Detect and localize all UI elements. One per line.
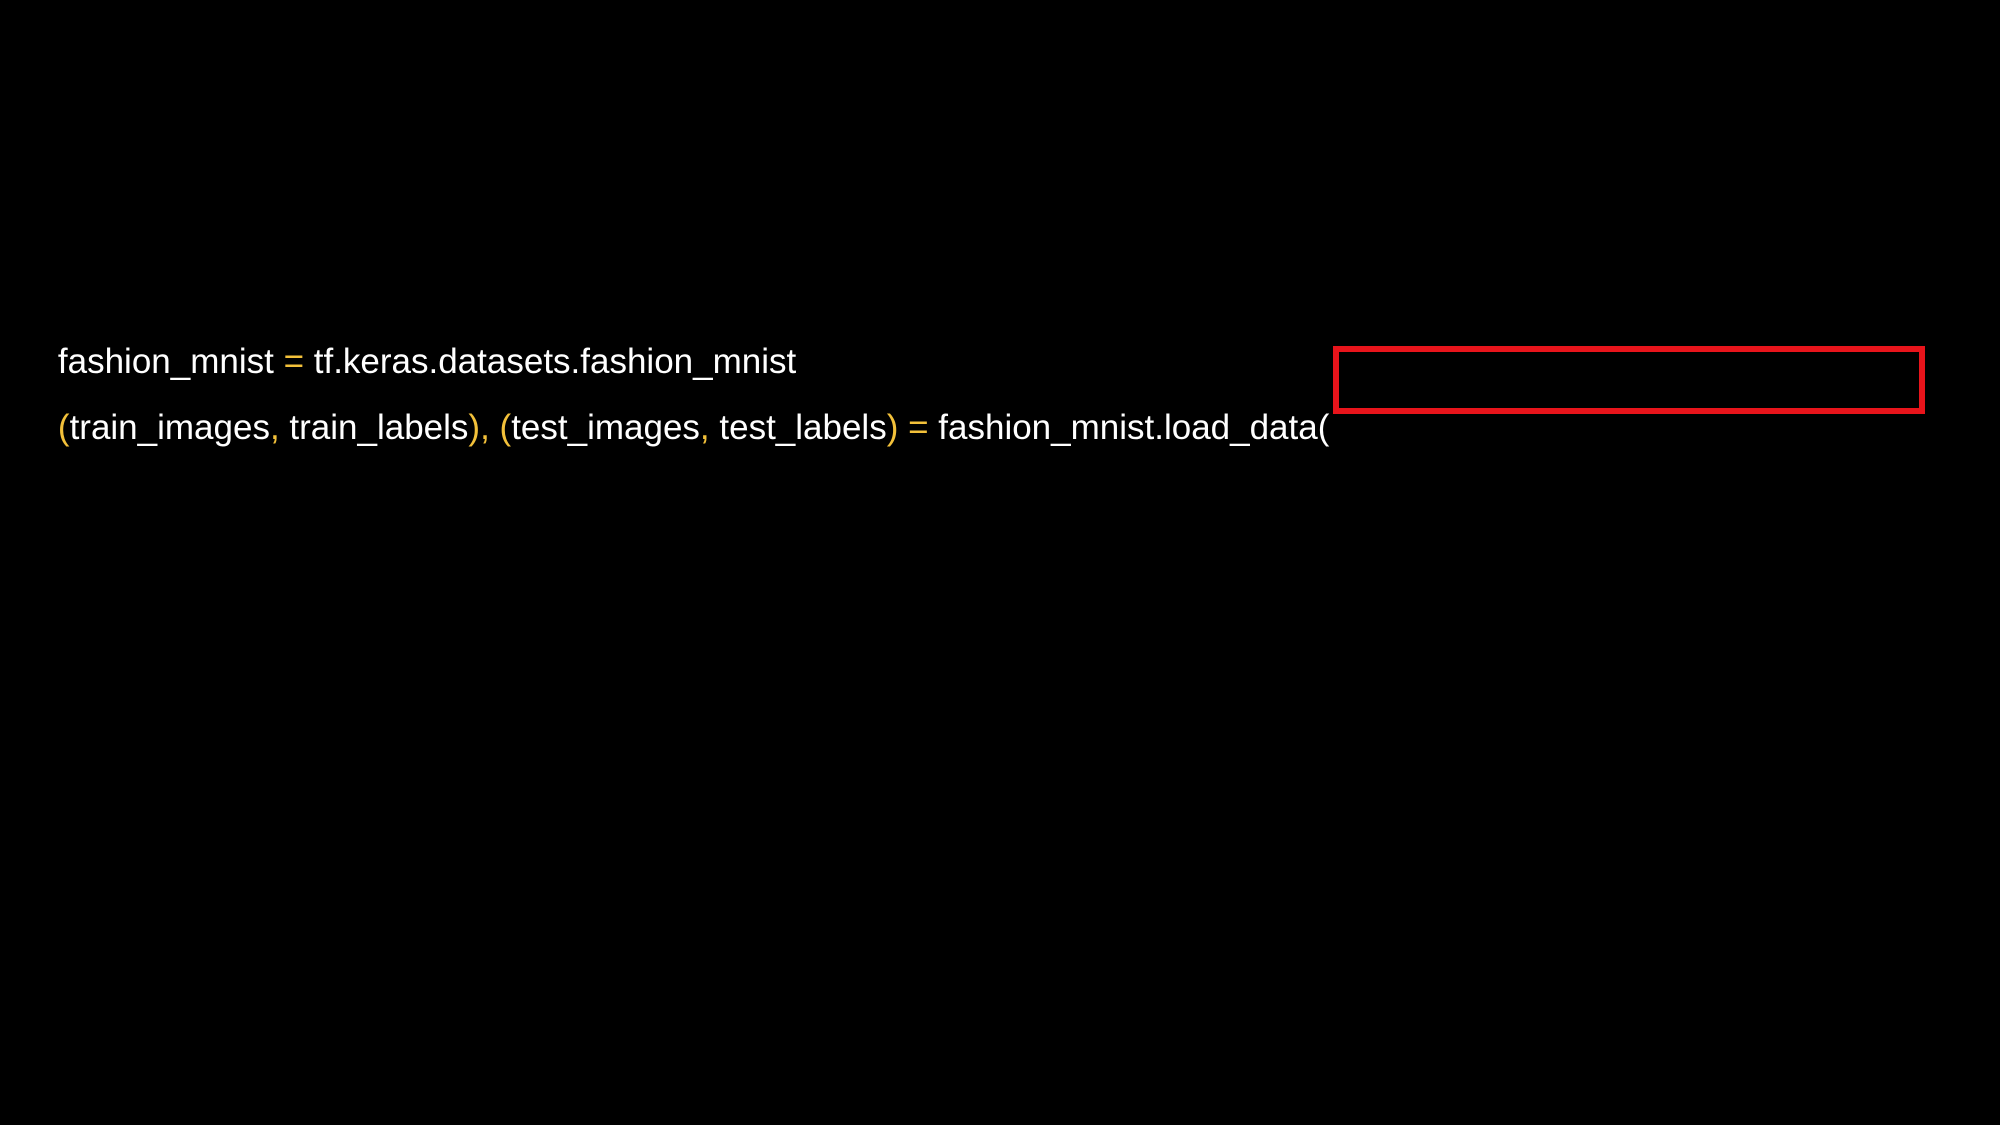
code-line-2: (train_images, train_labels), (test_imag… xyxy=(19,375,1329,480)
code-token-operator: ( xyxy=(57,408,70,447)
code-token: fashion_mnist.load_data( xyxy=(928,408,1330,447)
code-token-operator: ) xyxy=(468,408,481,447)
code-token: train_labels xyxy=(279,408,469,447)
code-token-operator: , xyxy=(480,408,490,447)
code-token: train_images xyxy=(69,408,270,447)
highlight-box xyxy=(1333,346,1925,414)
code-token-operator: = xyxy=(908,408,929,447)
code-token: test_images xyxy=(511,408,700,447)
code-token-operator: , xyxy=(699,408,710,447)
code-token-operator: , xyxy=(269,408,280,447)
slide: fashion_mnist = tf.keras.datasets.fashio… xyxy=(0,0,2000,1125)
code-token: test_labels xyxy=(709,408,887,447)
code-token-operator: ) xyxy=(886,408,899,447)
code-token-operator: ( xyxy=(499,408,512,447)
